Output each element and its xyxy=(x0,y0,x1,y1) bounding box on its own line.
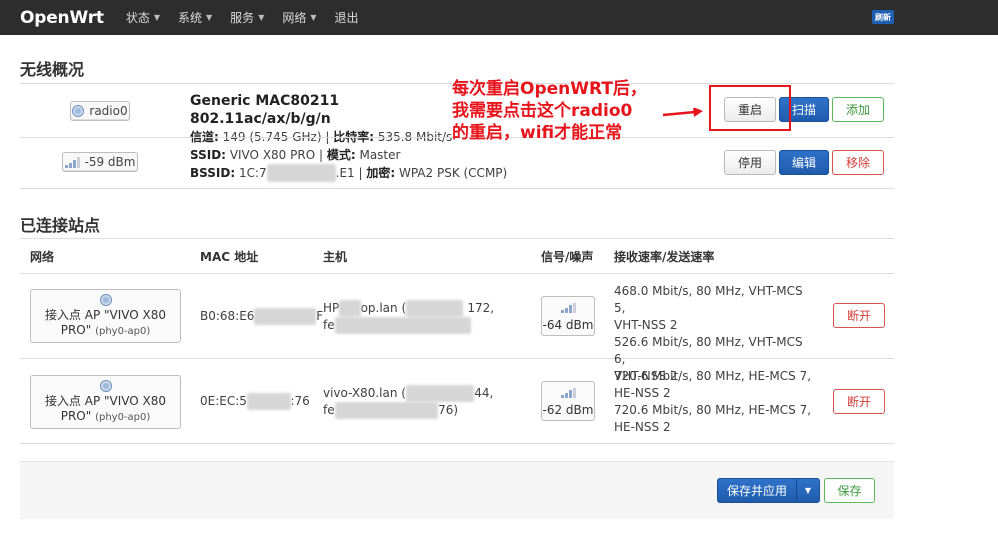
redacted-text: xx:xx:xx:xx xyxy=(266,164,336,182)
top-navbar: OpenWrt 状态 ▼ 系统 ▼ 服务 ▼ 网络 ▼ 退出 刷新 xyxy=(0,0,998,35)
redacted-text: xxxx:xxxxxxxxxx xyxy=(334,402,439,419)
save-apply-button[interactable]: 保存并应用 xyxy=(718,479,797,502)
nav-network[interactable]: 网络 ▼ xyxy=(282,9,316,26)
save-button[interactable]: 保存 xyxy=(824,478,875,503)
chevron-down-icon[interactable]: ▼ xyxy=(797,479,819,502)
disconnect-button[interactable]: 断开 xyxy=(833,303,885,328)
ssid-value: VIVO X80 PRO xyxy=(229,148,316,162)
save-apply-split-button[interactable]: 保存并应用 ▼ xyxy=(717,478,820,503)
disable-button[interactable]: 停用 xyxy=(724,150,776,175)
caret-down-icon: ▼ xyxy=(310,13,317,22)
nav-logout[interactable]: 退出 xyxy=(335,9,359,26)
ap-network-badge: 接入点 AP "VIVO X80 PRO" (phy0-ap0) xyxy=(30,375,181,429)
col-rate: 接收速率/发送速率 xyxy=(614,250,715,264)
caret-down-icon: ▼ xyxy=(258,13,265,22)
col-host: 主机 xyxy=(323,250,348,264)
host-name: vivo-X80.lan (xxx.xxx.x.x44, fexxxx:xxxx… xyxy=(323,385,494,419)
nav-services[interactable]: 服务 ▼ xyxy=(230,9,264,26)
host-name: HPxxxop.lan (xxx.xxx.x 172, fexxxx:xxxxx… xyxy=(323,300,495,334)
rx-tx-rate: 720.6 Mbit/s, 80 MHz, HE-MCS 7, HE-NSS 2… xyxy=(614,369,812,434)
mac-address: 0E:EC:5x:xx:xx:76 xyxy=(200,393,310,410)
radio-badge: radio0 xyxy=(70,101,130,121)
wireless-overview-heading: 无线概况 xyxy=(20,60,85,79)
col-network: 网络 xyxy=(30,250,55,264)
network-info: SSID: VIVO X80 PRO | 模式: Master BSSID: 1… xyxy=(190,148,508,182)
nav-status[interactable]: 状态 ▼ xyxy=(126,9,160,26)
wifi-ap-icon xyxy=(99,294,112,306)
add-button[interactable]: 添加 xyxy=(832,97,884,122)
signal-icon xyxy=(64,156,80,168)
col-signal: 信号/噪声 xyxy=(541,250,594,264)
annotation-highlight-box xyxy=(709,85,791,131)
station-signal-badge: -64 dBm xyxy=(541,296,595,336)
stations-heading: 已连接站点 xyxy=(20,216,101,235)
caret-down-icon: ▼ xyxy=(153,13,160,22)
refresh-badge[interactable]: 刷新 xyxy=(872,10,894,24)
brand-logo[interactable]: OpenWrt xyxy=(20,8,104,28)
redacted-text: xxx.xxx.x xyxy=(406,300,464,317)
redacted-text: xxxx:xxxxxxxx:xxxxxx xyxy=(334,317,471,334)
stations-table-header: 网络 MAC 地址 主机 信号/噪声 接收速率/发送速率 xyxy=(20,238,894,274)
mac-address: B0:68:E6xx:xx:xx:xF xyxy=(200,308,324,325)
ap-network-badge: 接入点 AP "VIVO X80 PRO" (phy0-ap0) xyxy=(30,289,181,343)
station-signal-badge: -62 dBm xyxy=(541,381,595,421)
table-row: 接入点 AP "VIVO X80 PRO" (phy0-ap0) B0:68:E… xyxy=(20,274,894,383)
radio-icon xyxy=(72,105,85,117)
signal-icon xyxy=(560,303,576,313)
annotation-arrow-icon xyxy=(662,108,703,117)
remove-button[interactable]: 移除 xyxy=(832,150,884,175)
redacted-text: xxx.xxx.x.x xyxy=(405,385,475,402)
signal-badge: -59 dBm xyxy=(62,152,138,172)
redacted-text: x:xx:xx xyxy=(246,393,291,410)
redacted-text: xxx xyxy=(339,300,361,317)
nav-system[interactable]: 系统 ▼ xyxy=(178,9,212,26)
signal-icon xyxy=(560,388,576,398)
col-mac: MAC 地址 xyxy=(200,250,259,264)
caret-down-icon: ▼ xyxy=(206,13,213,22)
redacted-text: xx:xx:xx:x xyxy=(254,308,317,325)
wifi-ap-icon xyxy=(99,380,112,392)
edit-button[interactable]: 编辑 xyxy=(779,150,829,175)
radio-title: Generic MAC80211 802.11ac/ax/b/g/n xyxy=(190,93,340,127)
table-row: 接入点 AP "VIVO X80 PRO" (phy0-ap0) 0E:EC:5… xyxy=(20,359,894,444)
disconnect-button[interactable]: 断开 xyxy=(833,389,885,414)
